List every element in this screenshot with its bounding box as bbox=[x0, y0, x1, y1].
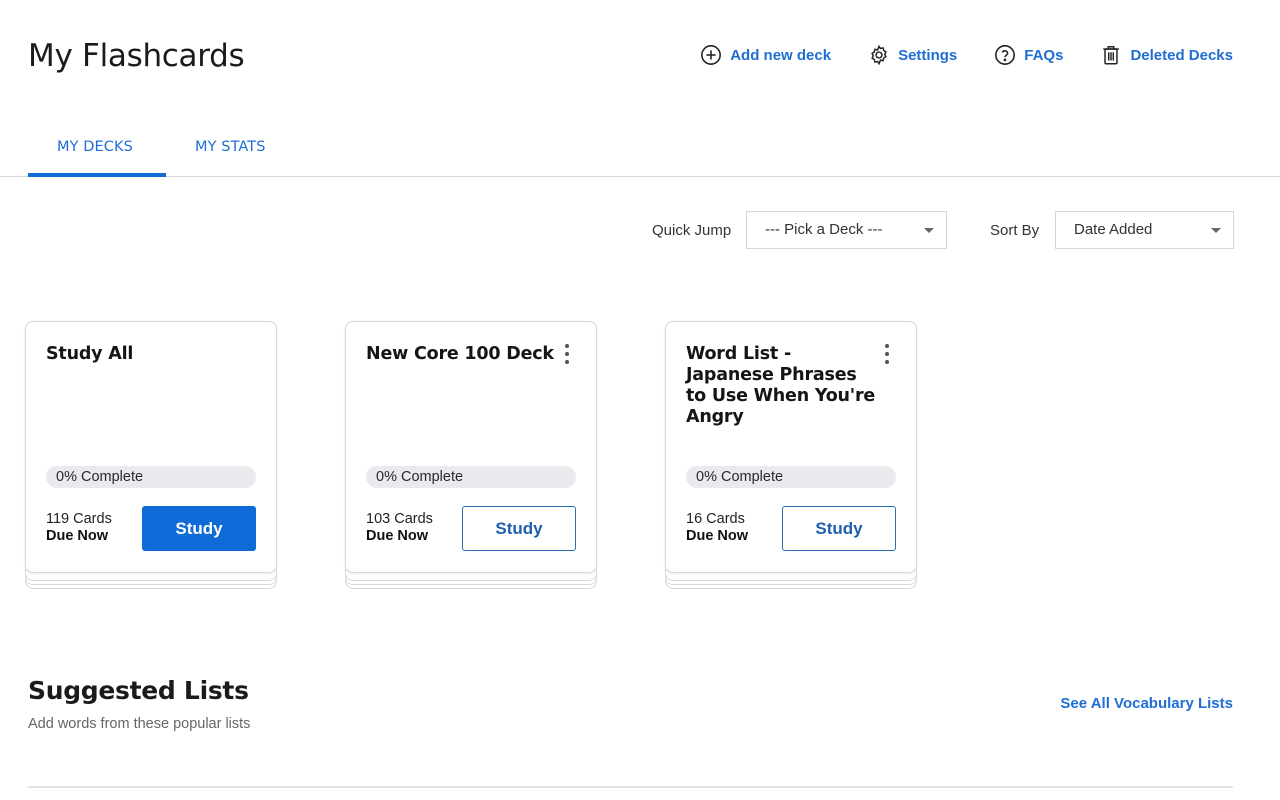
tab-bar: MY DECKS MY STATS bbox=[0, 128, 1280, 177]
deck-title: Study All bbox=[46, 344, 134, 364]
cards-count: 16 Cards bbox=[686, 511, 745, 527]
deleted-decks-button[interactable]: Deleted Decks bbox=[1100, 44, 1233, 66]
quick-jump-label: Quick Jump bbox=[652, 222, 732, 239]
suggested-lists-title: Suggested Lists bbox=[28, 676, 249, 705]
sort-by-value: Date Added bbox=[1074, 221, 1153, 238]
deck-title: Word List - Japanese Phrases to Use When… bbox=[686, 344, 876, 427]
due-now-label: Due Now bbox=[46, 528, 109, 544]
cards-count: 119 Cards bbox=[46, 511, 112, 527]
see-all-vocabulary-lists-link[interactable]: See All Vocabulary Lists bbox=[1060, 695, 1233, 712]
deck-title: New Core 100 Deck bbox=[366, 344, 554, 364]
due-now-label: Due Now bbox=[686, 528, 749, 544]
tab-my-stats[interactable]: MY STATS bbox=[195, 139, 266, 155]
deck-card-japanese-phrases-angry[interactable]: Word List - Japanese Phrases to Use When… bbox=[665, 321, 917, 589]
study-button[interactable]: Study bbox=[462, 506, 576, 551]
progress-label: 0% Complete bbox=[696, 469, 784, 485]
gear-icon bbox=[871, 44, 887, 66]
page-title: My Flashcards bbox=[28, 38, 245, 74]
plus-circle-icon bbox=[701, 45, 722, 65]
settings-label: Settings bbox=[898, 46, 958, 64]
faqs-button[interactable]: FAQs bbox=[994, 44, 1063, 66]
progress-label: 0% Complete bbox=[56, 469, 144, 485]
cards-count: 103 Cards bbox=[366, 511, 433, 527]
active-tab-indicator bbox=[28, 173, 166, 177]
deck-card-new-core-100[interactable]: New Core 100 Deck 0% Complete 103 Cards … bbox=[345, 321, 597, 589]
trash-icon bbox=[1103, 46, 1120, 65]
progress-bar: 0% Complete bbox=[46, 466, 256, 488]
quick-jump-value: --- Pick a Deck --- bbox=[765, 221, 883, 238]
chevron-down-icon bbox=[1211, 228, 1221, 233]
deck-card-face: New Core 100 Deck 0% Complete 103 Cards … bbox=[345, 321, 597, 573]
due-now-label: Due Now bbox=[366, 528, 429, 544]
quick-jump-select[interactable]: --- Pick a Deck --- bbox=[746, 211, 947, 249]
suggested-lists-subtitle: Add words from these popular lists bbox=[28, 716, 251, 732]
question-circle-icon bbox=[995, 45, 1016, 65]
deck-card-face: Word List - Japanese Phrases to Use When… bbox=[665, 321, 917, 573]
section-divider bbox=[28, 786, 1233, 788]
deleted-decks-label: Deleted Decks bbox=[1130, 46, 1233, 64]
faqs-label: FAQs bbox=[1024, 46, 1064, 64]
study-button[interactable]: Study bbox=[142, 506, 256, 551]
progress-bar: 0% Complete bbox=[686, 466, 896, 488]
progress-bar: 0% Complete bbox=[366, 466, 576, 488]
add-new-deck-label: Add new deck bbox=[730, 46, 832, 64]
header-actions: Add new deck Settings FAQs Deleted Decks bbox=[700, 44, 1233, 66]
add-new-deck-button[interactable]: Add new deck bbox=[700, 44, 831, 66]
settings-button[interactable]: Settings bbox=[868, 44, 957, 66]
deck-card-study-all[interactable]: Study All 0% Complete 119 Cards Due Now … bbox=[25, 321, 277, 589]
more-options-icon[interactable] bbox=[883, 342, 891, 366]
more-options-icon[interactable] bbox=[563, 342, 571, 366]
sort-by-label: Sort By bbox=[990, 222, 1040, 239]
chevron-down-icon bbox=[924, 228, 934, 233]
progress-label: 0% Complete bbox=[376, 469, 464, 485]
deck-card-face: Study All 0% Complete 119 Cards Due Now … bbox=[25, 321, 277, 573]
sort-by-select[interactable]: Date Added bbox=[1055, 211, 1234, 249]
study-button[interactable]: Study bbox=[782, 506, 896, 551]
tab-my-decks[interactable]: MY DECKS bbox=[57, 139, 133, 155]
